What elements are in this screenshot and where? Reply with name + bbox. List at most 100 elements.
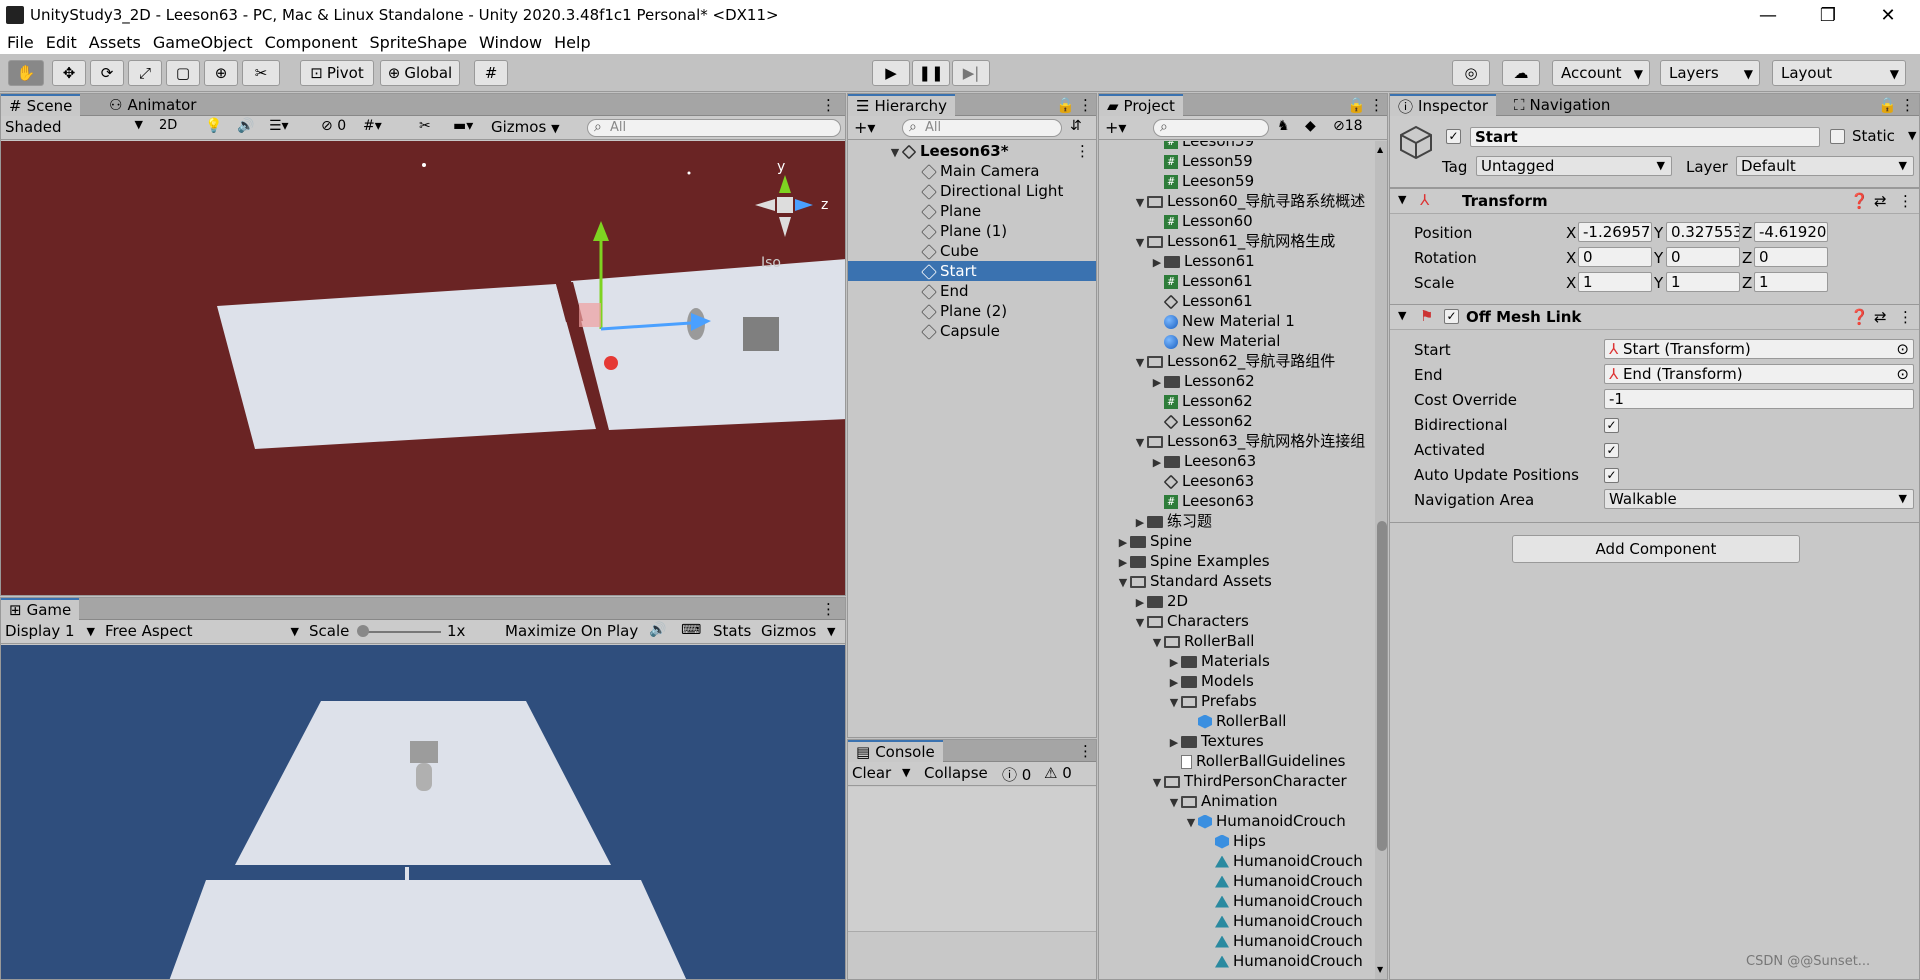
shading-dropdown[interactable]: Shaded ▼ (5, 118, 147, 138)
project-item[interactable]: ▼ Lesson62_导航寻路组件 (1099, 351, 1375, 371)
project-item[interactable]: Hips (1099, 831, 1375, 851)
iso-label[interactable]: Iso (761, 255, 781, 271)
cost-override-field[interactable]: -1 (1604, 389, 1914, 409)
presets-icon[interactable]: ⇄ (1874, 308, 1887, 326)
component-menu-icon[interactable]: ⋮ (1898, 192, 1913, 210)
console-errors-toggle[interactable]: ⓘ 0 (1002, 764, 1031, 785)
scene-visibility-icon[interactable]: ⇵ (1070, 118, 1082, 134)
active-checkbox[interactable]: ✓ (1446, 129, 1461, 144)
project-item[interactable]: ▶ Models (1099, 671, 1375, 691)
hierarchy-search-input[interactable]: All (902, 119, 1062, 137)
search-by-label-icon[interactable]: ◆ (1305, 118, 1316, 134)
scale-z-label[interactable]: Z (1742, 274, 1752, 292)
cloud-button[interactable]: ☁ (1502, 60, 1540, 86)
game-viewport[interactable] (1, 645, 845, 979)
scale-x-field[interactable]: 1 (1578, 272, 1652, 292)
project-item[interactable]: ▼ ThirdPersonCharacter (1099, 771, 1375, 791)
object-name-field[interactable]: Start (1470, 127, 1820, 147)
project-item[interactable]: ▼ Lesson61_导航网格生成 (1099, 231, 1375, 251)
tab-game[interactable]: ⊞ Game (1, 598, 80, 620)
scale-slider-handle[interactable] (357, 625, 369, 637)
chevron-right-icon[interactable]: ▶ (1167, 733, 1181, 753)
panel-menu-button[interactable]: ⋮ (813, 94, 844, 116)
hierarchy-item[interactable]: Start (848, 261, 1096, 281)
chevron-right-icon[interactable]: ▶ (1150, 373, 1164, 393)
object-picker-icon[interactable]: ⊙ (1896, 340, 1909, 358)
bidirectional-checkbox[interactable]: ✓ (1604, 418, 1619, 433)
project-item[interactable]: ▼ Animation (1099, 791, 1375, 811)
project-item[interactable]: ▶ 2D (1099, 591, 1375, 611)
hand-tool-button[interactable]: ✋ (8, 60, 44, 86)
chevron-right-icon[interactable]: ▶ (1133, 513, 1147, 533)
chevron-down-icon[interactable]: ▼ (1133, 433, 1147, 453)
menu-spriteshape[interactable]: SpriteShape (369, 33, 467, 52)
project-item[interactable]: ▶ Lesson61 (1099, 251, 1375, 271)
menu-assets[interactable]: Assets (89, 33, 141, 52)
project-item[interactable]: HumanoidCrouch (1099, 951, 1375, 971)
chevron-right-icon[interactable]: ▶ (1116, 553, 1130, 573)
minimize-button[interactable]: — (1742, 0, 1794, 30)
offmeshlink-header[interactable]: ▼ ⚑ ✓ Off Mesh Link ❓ ⇄ ⋮ (1390, 304, 1919, 330)
help-icon[interactable]: ❓ (1850, 192, 1869, 210)
chevron-down-icon[interactable]: ▼ (1167, 793, 1181, 813)
menu-gameobject[interactable]: GameObject (153, 33, 253, 52)
audio-icon[interactable]: 🔊 (237, 118, 254, 134)
aspect-dropdown[interactable]: Free Aspect ▼ (105, 622, 301, 640)
chevron-down-icon[interactable]: ▼ (1116, 573, 1130, 593)
rotation-x-label[interactable]: X (1566, 249, 1576, 267)
chevron-right-icon[interactable]: ▶ (1150, 453, 1164, 473)
hierarchy-item[interactable]: Cube (848, 241, 1096, 261)
position-x-label[interactable]: X (1566, 224, 1576, 242)
project-item[interactable]: HumanoidCrouch (1099, 911, 1375, 931)
console-clear-button[interactable]: Clear (852, 764, 891, 782)
chevron-down-icon[interactable]: ▼ (1133, 233, 1147, 253)
project-item[interactable]: New Material (1099, 331, 1375, 351)
menu-help[interactable]: Help (554, 33, 590, 52)
gizmos-dropdown[interactable]: Gizmos ▼ (491, 118, 560, 136)
project-item[interactable]: ▼ Prefabs (1099, 691, 1375, 711)
project-item[interactable]: # Lesson61 (1099, 271, 1375, 291)
transform-tool-button[interactable]: ⊕ (204, 60, 238, 86)
add-component-button[interactable]: Add Component (1512, 535, 1800, 563)
rotation-y-field[interactable]: 0 (1666, 247, 1740, 267)
rect-tool-button[interactable]: ▢ (166, 60, 200, 86)
search-by-type-icon[interactable]: ♞ (1277, 118, 1290, 134)
collab-button[interactable]: ◎ (1452, 60, 1490, 86)
scene-menu-icon[interactable]: ⋮ (1075, 141, 1090, 161)
navigation-area-dropdown[interactable]: Walkable ▼ (1604, 489, 1914, 509)
display-dropdown[interactable]: Display 1 ▼ (5, 622, 97, 640)
game-gizmos-toggle[interactable]: Gizmos (761, 622, 816, 640)
chevron-down-icon[interactable]: ▼ (1167, 693, 1181, 713)
project-item[interactable]: ▶ Lesson62 (1099, 371, 1375, 391)
add-object-button[interactable]: +▾ (854, 118, 875, 137)
camera-toggle-icon[interactable]: ▬▾ (453, 118, 473, 134)
hidden-packages-toggle[interactable]: ⊘18 (1333, 118, 1363, 134)
project-item[interactable]: Leeson63 (1099, 471, 1375, 491)
project-item[interactable]: RollerBallGuidelines (1099, 751, 1375, 771)
project-item[interactable]: New Material 1 (1099, 311, 1375, 331)
maximize-on-play-toggle[interactable]: Maximize On Play (505, 622, 638, 640)
scale-x-label[interactable]: X (1566, 274, 1576, 292)
menu-file[interactable]: File (7, 33, 34, 52)
chevron-down-icon[interactable]: ▼ (827, 625, 835, 638)
scale-y-field[interactable]: 1 (1666, 272, 1740, 292)
project-scrollbar[interactable]: ▲ ▼ (1375, 141, 1387, 979)
rotation-y-label[interactable]: Y (1654, 249, 1663, 267)
scene-search-input[interactable]: All (587, 119, 841, 137)
rotation-z-field[interactable]: 0 (1754, 247, 1828, 267)
project-item[interactable]: ▼ Lesson63_导航网格外连接组 (1099, 431, 1375, 451)
project-search-input[interactable] (1153, 119, 1269, 137)
activated-checkbox[interactable]: ✓ (1604, 443, 1619, 458)
tab-hierarchy[interactable]: ☰ Hierarchy (848, 94, 955, 116)
project-item[interactable]: ▶ Textures (1099, 731, 1375, 751)
static-checkbox[interactable] (1830, 129, 1845, 144)
keyboard-icon[interactable]: ⌨ (681, 622, 701, 638)
chevron-down-icon[interactable]: ▼ (1184, 813, 1198, 833)
position-y-label[interactable]: Y (1654, 224, 1663, 242)
chevron-down-icon[interactable]: ▼ (1133, 613, 1147, 633)
play-button[interactable]: ▶ (872, 60, 910, 86)
scene-root-row[interactable]: ▼ Leeson63* ⋮ (848, 141, 1096, 161)
move-tool-button[interactable]: ✥ (52, 60, 86, 86)
console-warnings-toggle[interactable]: ⚠ 0 (1044, 764, 1072, 782)
panel-menu-button[interactable]: ⋮ (1892, 94, 1919, 116)
